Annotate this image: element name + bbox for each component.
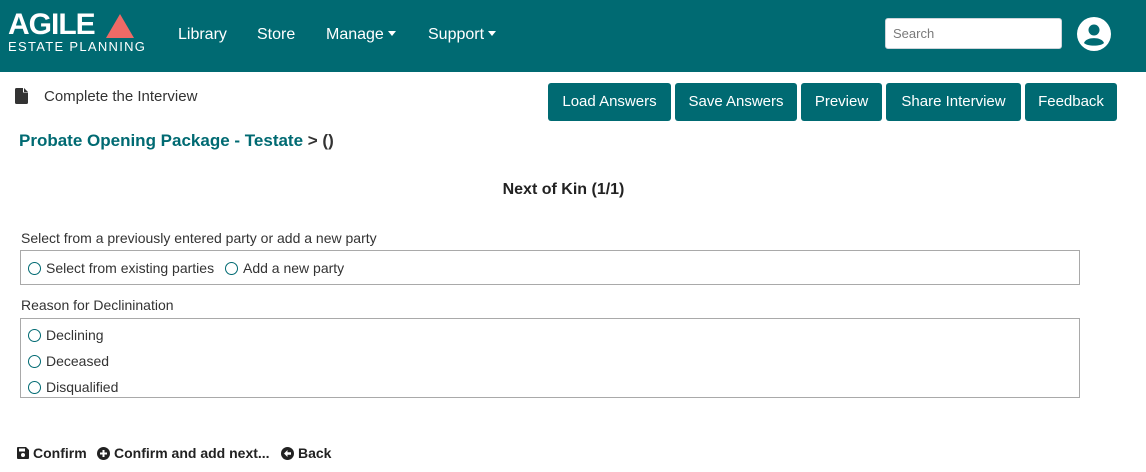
page-header: Complete the Interview bbox=[15, 86, 197, 106]
logo-word: AGILE bbox=[8, 8, 96, 41]
nav-library[interactable]: Library bbox=[178, 25, 227, 45]
back-button[interactable]: Back bbox=[281, 445, 331, 461]
radio-deceased[interactable]: Deceased bbox=[28, 353, 109, 369]
nav-support[interactable]: Support bbox=[428, 25, 497, 45]
radio-circle-icon bbox=[28, 261, 41, 275]
nav-manage-label: Manage bbox=[326, 26, 384, 43]
logo-subtitle: ESTATE PLANNING bbox=[8, 39, 147, 54]
breadcrumb-package-link[interactable]: Probate Opening Package - Testate bbox=[19, 131, 303, 150]
party-select-label: Select from a previously entered party o… bbox=[21, 230, 377, 246]
radio-label: Select from existing parties bbox=[46, 260, 215, 276]
logo-triangle-icon bbox=[106, 14, 134, 38]
radio-circle-icon bbox=[28, 354, 41, 368]
preview-button[interactable]: Preview bbox=[801, 83, 882, 121]
back-label: Back bbox=[298, 445, 332, 461]
save-icon bbox=[17, 447, 29, 459]
file-icon bbox=[15, 88, 28, 104]
reason-label: Reason for Declinination bbox=[21, 297, 174, 313]
radio-label: Add a new party bbox=[243, 260, 345, 276]
search-input[interactable] bbox=[885, 18, 1062, 49]
page-title: Complete the Interview bbox=[44, 87, 198, 105]
load-answers-button[interactable]: Load Answers bbox=[548, 83, 671, 121]
share-interview-button[interactable]: Share Interview bbox=[886, 83, 1021, 121]
confirm-label: Confirm bbox=[33, 445, 87, 461]
radio-declining[interactable]: Declining bbox=[28, 327, 104, 343]
save-answers-button[interactable]: Save Answers bbox=[675, 83, 797, 121]
caret-down-icon bbox=[387, 31, 396, 36]
breadcrumb: Probate Opening Package - Testate > () bbox=[19, 131, 334, 151]
radio-new-party[interactable]: Add a new party bbox=[225, 260, 344, 276]
nav-store[interactable]: Store bbox=[257, 25, 295, 45]
radio-label: Deceased bbox=[46, 353, 110, 369]
plus-circle-icon bbox=[97, 446, 110, 460]
arrow-left-circle-icon bbox=[281, 446, 294, 460]
radio-label: Declining bbox=[46, 327, 104, 343]
nav-support-label: Support bbox=[428, 26, 485, 43]
caret-down-icon bbox=[488, 31, 497, 36]
user-circle-icon[interactable] bbox=[1077, 17, 1111, 51]
reason-radio-group: Declining Deceased Disqualified bbox=[20, 318, 1080, 398]
radio-label: Disqualified bbox=[46, 379, 119, 395]
top-navbar: AGILE ESTATE PLANNING Library Store Mana… bbox=[0, 0, 1146, 72]
breadcrumb-current: > () bbox=[303, 131, 334, 150]
confirm-add-next-button[interactable]: Confirm and add next... bbox=[97, 445, 270, 461]
party-radio-group: Select from existing parties Add a new p… bbox=[20, 250, 1080, 285]
radio-circle-icon bbox=[28, 380, 41, 394]
confirm-button[interactable]: Confirm bbox=[17, 445, 87, 461]
confirm-add-next-label: Confirm and add next... bbox=[114, 445, 270, 461]
feedback-button[interactable]: Feedback bbox=[1025, 83, 1117, 121]
radio-existing-parties[interactable]: Select from existing parties bbox=[28, 260, 214, 276]
nav-manage[interactable]: Manage bbox=[326, 25, 396, 45]
radio-disqualified[interactable]: Disqualified bbox=[28, 379, 118, 395]
radio-circle-icon bbox=[28, 328, 41, 342]
radio-circle-icon bbox=[225, 261, 238, 275]
agile-logo[interactable]: AGILE ESTATE PLANNING bbox=[8, 8, 147, 58]
section-title: Next of Kin (1/1) bbox=[502, 181, 625, 198]
